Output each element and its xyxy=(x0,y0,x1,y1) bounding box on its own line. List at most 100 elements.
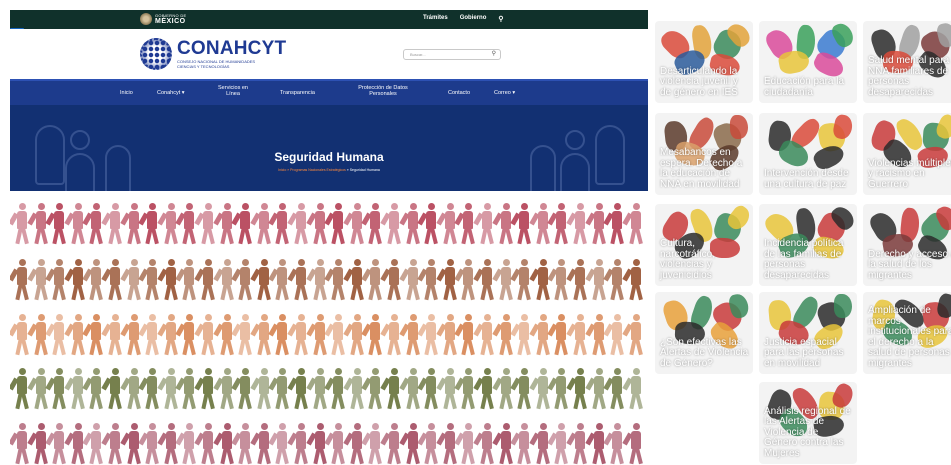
person-figure-icon xyxy=(45,314,67,356)
person-figure-icon xyxy=(175,203,197,245)
person-figure-icon xyxy=(454,423,476,465)
person-figure-icon xyxy=(566,314,588,356)
person-figure-icon xyxy=(82,259,104,301)
person-figure-icon xyxy=(175,314,197,356)
project-tile[interactable]: ¿Son efectivas las Alertas de Violencia … xyxy=(655,292,753,374)
person-figure-icon xyxy=(45,423,67,465)
gobierno-link[interactable]: Gobierno xyxy=(460,15,487,23)
project-tile[interactable]: Incidencia política de las familias de p… xyxy=(759,204,857,286)
person-figure-icon xyxy=(194,203,216,245)
person-figure-icon xyxy=(417,368,439,410)
person-figure-icon xyxy=(324,423,346,465)
person-figure-icon xyxy=(101,314,123,356)
hero-banner: Seguridad Humana Inicio » Programas Naci… xyxy=(10,105,648,191)
person-figure-icon xyxy=(380,259,402,301)
person-figure-icon xyxy=(231,314,253,356)
person-figure-icon xyxy=(138,368,160,410)
person-figure-icon xyxy=(510,423,532,465)
person-figure-icon xyxy=(82,423,104,465)
tile-caption: Educación para la ciudadanía xyxy=(764,76,845,98)
breadcrumb-links[interactable]: Inicio » Programas Nacionales Estratégic… xyxy=(278,168,346,172)
person-figure-icon xyxy=(361,368,383,410)
nav-proteccion-datos[interactable]: Protección de Datos Personales xyxy=(348,85,418,97)
project-tile[interactable]: Cultura, narcotráfico, violencias y juve… xyxy=(655,204,753,286)
person-figure-icon xyxy=(417,259,439,301)
person-figure-icon xyxy=(194,314,216,356)
tile-caption: Violencias múltiples y racismo en Guerre… xyxy=(868,157,951,190)
person-figure-icon xyxy=(82,368,104,410)
figure-row xyxy=(10,310,648,360)
project-tile[interactable]: Análisis regional de las Alertas de Viol… xyxy=(759,382,857,464)
project-tile[interactable]: Derecho y acceso a la salud de los migra… xyxy=(863,204,951,286)
main-nav: Inicio Conahcyt ▾ Servicios en Línea Tra… xyxy=(10,79,648,105)
search-icon[interactable]: ⚲ xyxy=(498,15,503,23)
person-figure-icon xyxy=(473,314,495,356)
project-tile[interactable]: Justicia espacial para las personas en m… xyxy=(759,292,857,374)
conahcyt-logo[interactable]: CONAHCYT CONSEJO NACIONAL DE HUMANIDADES… xyxy=(140,38,286,70)
project-tile[interactable]: Violencias múltiples y racismo en Guerre… xyxy=(863,113,951,195)
person-figure-icon xyxy=(603,259,625,301)
person-figure-icon xyxy=(547,314,569,356)
person-figure-icon xyxy=(547,368,569,410)
search-placeholder: Buscar... xyxy=(410,52,426,57)
person-figure-icon xyxy=(566,259,588,301)
nav-inicio[interactable]: Inicio xyxy=(120,90,133,96)
person-figure-icon xyxy=(287,314,309,356)
website-screenshot: GOBIERNO DE MÉXICO Trámites Gobierno ⚲ ✝… xyxy=(10,10,648,465)
project-tile[interactable]: Educación para la ciudadanía xyxy=(759,21,857,103)
tile-caption: Derecho y acceso a la salud de los migra… xyxy=(868,248,951,281)
person-figure-icon xyxy=(138,423,160,465)
person-figure-icon xyxy=(361,203,383,245)
person-figure-icon xyxy=(268,368,290,410)
person-figure-icon xyxy=(194,368,216,410)
project-tile[interactable]: Ampliación de marcos institucionales par… xyxy=(863,292,951,374)
person-figure-icon xyxy=(175,259,197,301)
figure-shape xyxy=(831,113,855,141)
project-tile[interactable]: Salud mental para NNA familiares de pers… xyxy=(863,21,951,103)
search-icon[interactable]: ⚲ xyxy=(492,50,496,59)
person-figure-icon xyxy=(454,259,476,301)
person-figure-icon xyxy=(82,203,104,245)
project-tile[interactable]: Desarticulando la violencia juvenil y de… xyxy=(655,21,753,103)
person-figure-icon xyxy=(417,314,439,356)
tile-caption: Mesabancos en espera. Derecho a la educa… xyxy=(660,147,743,190)
nav-servicios[interactable]: Servicios en Línea xyxy=(213,85,253,97)
page-title: Seguridad Humana xyxy=(274,150,384,164)
gobierno-de-mexico-logo[interactable]: GOBIERNO DE MÉXICO xyxy=(140,13,187,25)
collage: GOBIERNO DE MÉXICO Trámites Gobierno ⚲ ✝… xyxy=(0,0,951,465)
figure-row xyxy=(10,364,648,414)
person-figure-icon xyxy=(268,203,290,245)
tramites-link[interactable]: Trámites xyxy=(423,15,448,23)
project-tile[interactable]: Intervención desde una cultura de paz xyxy=(759,113,857,195)
person-figure-icon xyxy=(622,314,644,356)
person-figure-icon xyxy=(324,203,346,245)
nav-contacto[interactable]: Contacto xyxy=(448,90,470,96)
person-figure-icon xyxy=(417,423,439,465)
person-figure-icon xyxy=(622,203,644,245)
site-search-input[interactable]: Buscar... ⚲ xyxy=(403,49,501,60)
person-figure-icon xyxy=(175,423,197,465)
person-figure-icon xyxy=(622,368,644,410)
nav-conahcyt[interactable]: Conahcyt ▾ xyxy=(157,90,185,96)
person-figure-icon xyxy=(10,423,30,465)
tile-caption: Cultura, narcotráfico, violencias y juve… xyxy=(660,238,716,281)
brand-subtitle: CONSEJO NACIONAL DE HUMANIDADES CIENCIAS… xyxy=(177,59,256,69)
tile-caption: Justicia espacial para las personas en m… xyxy=(764,336,844,369)
person-figure-icon xyxy=(45,368,67,410)
person-figure-icon xyxy=(231,368,253,410)
person-figure-icon xyxy=(361,259,383,301)
nav-transparencia[interactable]: Transparencia xyxy=(280,90,315,96)
person-figure-icon xyxy=(287,203,309,245)
person-figure-icon xyxy=(380,368,402,410)
figure-row xyxy=(10,419,648,465)
person-figure-icon xyxy=(138,259,160,301)
person-figure-icon xyxy=(380,423,402,465)
person-figure-icon xyxy=(603,314,625,356)
person-figure-icon xyxy=(566,423,588,465)
project-tile[interactable]: Mesabancos en espera. Derecho a la educa… xyxy=(655,113,753,195)
person-figure-icon xyxy=(622,259,644,301)
nav-correo[interactable]: Correo ▾ xyxy=(494,90,515,96)
person-figure-icon xyxy=(380,203,402,245)
figure-shape xyxy=(834,294,852,318)
government-topbar: GOBIERNO DE MÉXICO Trámites Gobierno ⚲ xyxy=(10,10,648,29)
